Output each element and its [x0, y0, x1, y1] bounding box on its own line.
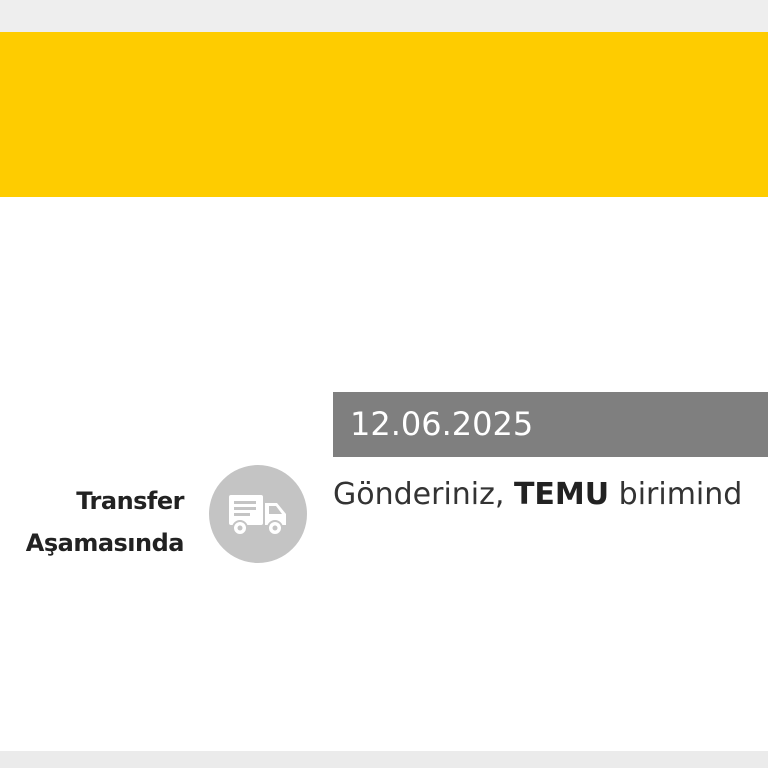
status-label-line2: Aşamasında	[25, 529, 185, 557]
status-label: Transfer Aşamasında	[25, 480, 185, 564]
message-prefix: Gönderiniz,	[333, 477, 514, 512]
status-label-line1: Transfer	[76, 487, 184, 515]
header-banner	[0, 32, 768, 197]
delivery-truck-icon	[229, 495, 286, 536]
bottom-strip	[0, 751, 768, 768]
top-strip	[0, 0, 768, 32]
status-icon-circle	[209, 465, 307, 563]
event-date-bar: 12.06.2025	[333, 392, 768, 457]
event-message: Gönderiniz, TEMU birimind	[333, 474, 768, 516]
message-suffix: birimind	[609, 477, 743, 512]
message-unit: TEMU	[513, 477, 610, 512]
